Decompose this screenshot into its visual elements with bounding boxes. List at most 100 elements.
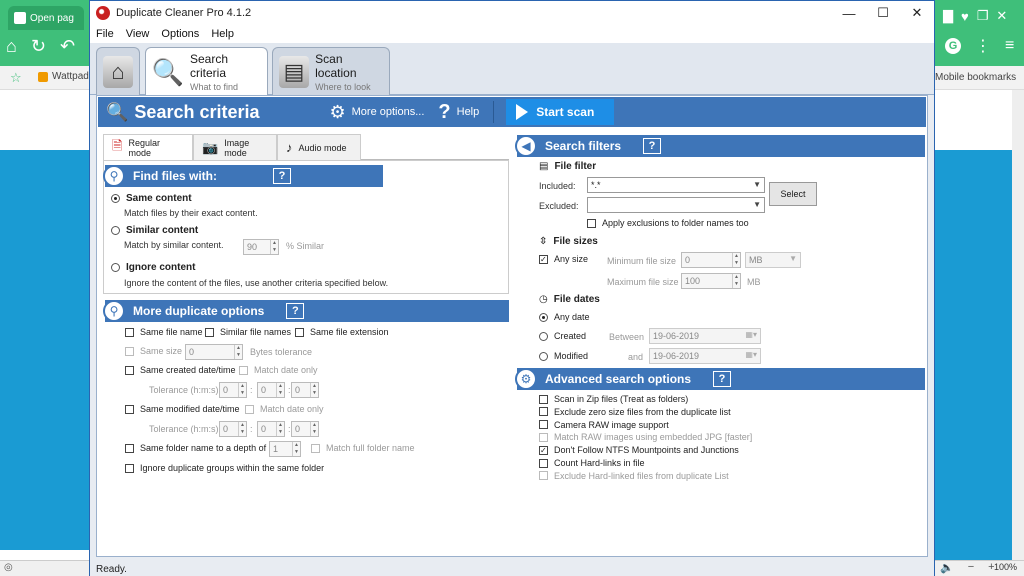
account-icon[interactable]: G [945,38,961,54]
tab-scan-location[interactable]: ▤ Scan location Where to look [272,47,390,95]
browser-scrollbar[interactable] [1012,90,1024,560]
excluded-label: Excluded: [539,201,579,211]
modified-tol-m[interactable]: 0 ▲ ▼ [257,421,285,437]
menu-file[interactable]: File [90,28,120,40]
advanced-option-checkbox[interactable] [539,420,548,430]
tab-home[interactable]: ⌂ [96,47,140,95]
dots-icon[interactable]: ⋮ [975,36,991,56]
same-folder-option[interactable]: Same folder name to a depth of [125,443,266,453]
magnifier-icon: ⚲ [103,165,125,187]
browser-tab[interactable]: Open pag [8,6,84,30]
excluded-input[interactable]: ▼ [587,197,765,213]
tab-image-mode[interactable]: 📷 Image mode [193,134,277,160]
date-from-picker[interactable]: 19-06-2019 ▦▾ [649,328,761,344]
reload-icon[interactable]: ↻ [31,36,46,57]
tab-scan-subtitle: Where to look [315,81,371,92]
apply-exclusions-option[interactable]: Apply exclusions to folder names too [587,218,749,228]
similar-file-names-option[interactable]: Similar file names [205,327,291,337]
ignore-groups-option[interactable]: Ignore duplicate groups within the same … [125,463,324,473]
same-content-desc: Match files by their exact content. [124,208,258,218]
home-icon[interactable]: ⌂ [6,36,17,57]
tab-audio-mode[interactable]: ♪ Audio mode [277,134,361,160]
modified-tol-s[interactable]: 0 ▲ ▼ [291,421,319,437]
max-size-spinner[interactable]: 100 ▲ ▼ [681,273,741,289]
radio-ignore-content[interactable] [111,263,120,272]
min-unit-select[interactable]: MB ▼ [745,252,801,268]
maximize-button[interactable]: ☐ [866,1,900,25]
select-button[interactable]: Select [769,182,817,206]
same-created-option[interactable]: Same created date/time [125,365,236,375]
included-input[interactable]: *.* ▼ [587,177,765,193]
close-icon[interactable]: ✕ [996,8,1007,24]
advanced-option-3[interactable]: Match RAW images using embedded JPG [fas… [539,432,752,442]
settings-icon[interactable]: ◎ [4,562,13,573]
speaker-icon[interactable]: 🔈 [940,561,954,574]
min-size-spinner[interactable]: 0 ▲ ▼ [681,252,741,268]
same-size-option[interactable]: Same size [125,346,182,356]
any-size-option[interactable]: Any size [539,254,588,264]
max-size-label: Maximum file size [607,277,679,287]
find-files-help[interactable]: ? [273,168,291,184]
tab-search-criteria[interactable]: 🔍 Search criteria What to find [145,47,268,96]
search-filters-help[interactable]: ? [643,138,662,154]
hamburger-icon[interactable]: ≡ [1005,37,1014,55]
match-date-only-1[interactable]: Match date only [239,365,318,375]
any-date-option[interactable]: Any date [539,312,590,322]
advanced-option-checkbox[interactable] [539,445,548,455]
minimize-button[interactable]: — [832,1,866,25]
same-file-name-option[interactable]: Same file name [125,327,203,337]
created-tol-m[interactable]: 0 ▲ ▼ [257,382,285,398]
advanced-option-checkbox[interactable] [539,471,548,481]
mobile-bookmarks[interactable]: Mobile bookmarks [935,72,1016,83]
match-date-only-2[interactable]: Match date only [245,404,324,414]
advanced-option-checkbox[interactable] [539,394,548,404]
bookmark-wattpad[interactable]: Wattpad [38,71,89,82]
menu-options[interactable]: Options [155,28,205,40]
drive-icon: ▤ [279,55,310,88]
home-icon: ⌂ [103,55,133,88]
similarity-spinner[interactable]: 90 ▲ ▼ [243,239,279,255]
advanced-option-6[interactable]: Exclude Hard-linked files from duplicate… [539,471,729,481]
star-icon[interactable]: ☆ [10,70,22,86]
close-button[interactable]: ✕ [900,1,934,25]
tolerance-label-2: Tolerance (h:m:s) [149,424,219,434]
menu-help[interactable]: Help [205,28,240,40]
menu-icon[interactable]: ▇ [943,8,953,24]
restore-icon[interactable]: ❐ [977,8,989,24]
advanced-option-5[interactable]: Count Hard-links in file [539,458,645,468]
more-dup-help[interactable]: ? [286,303,305,319]
same-size-spinner[interactable]: 0 ▲ ▼ [185,344,243,360]
shirt-icon[interactable]: ♥ [961,9,969,24]
ignore-content-option[interactable]: Ignore content [111,262,195,273]
advanced-option-0[interactable]: Scan in Zip files (Treat as folders) [539,394,688,404]
advanced-help[interactable]: ? [713,371,732,387]
tab-regular-mode[interactable]: 🗎 Regular mode [103,134,193,161]
back-icon[interactable]: ↶ [60,36,75,57]
same-modified-option[interactable]: Same modified date/time [125,404,240,414]
same-file-extension-option[interactable]: Same file extension [295,327,389,337]
created-tol-h[interactable]: 0 ▲ ▼ [219,382,247,398]
advanced-option-checkbox[interactable] [539,407,548,417]
modified-tol-h[interactable]: 0 ▲ ▼ [219,421,247,437]
menu-view[interactable]: View [120,28,156,40]
advanced-option-checkbox[interactable] [539,432,548,442]
radio-similar-content[interactable] [111,226,120,235]
similar-content-option[interactable]: Similar content [111,225,198,236]
modified-date-option[interactable]: Modified [539,351,588,361]
advanced-option-4[interactable]: Don't Follow NTFS Mountpoints and Juncti… [539,445,739,455]
zoom-out-icon[interactable]: − [968,561,974,574]
created-tol-s[interactable]: 0 ▲ ▼ [291,382,319,398]
created-date-option[interactable]: Created [539,331,586,341]
more-options-button[interactable]: ⚙ More options... [330,102,425,123]
depth-spinner[interactable]: 1 ▲ ▼ [269,441,301,457]
advanced-option-checkbox[interactable] [539,458,548,468]
advanced-option-1[interactable]: Exclude zero size files from the duplica… [539,407,731,417]
help-button[interactable]: ? Help [438,101,479,124]
date-to-picker[interactable]: 19-06-2019 ▦▾ [649,348,761,364]
radio-same-content[interactable] [111,194,120,203]
advanced-option-2[interactable]: Camera RAW image support [539,420,669,430]
same-content-option[interactable]: Same content [111,193,192,204]
match-full-folder-option[interactable]: Match full folder name [311,443,415,453]
start-scan-button[interactable]: Start scan [506,99,615,125]
advanced-option-label: Exclude Hard-linked files from duplicate… [554,470,729,481]
